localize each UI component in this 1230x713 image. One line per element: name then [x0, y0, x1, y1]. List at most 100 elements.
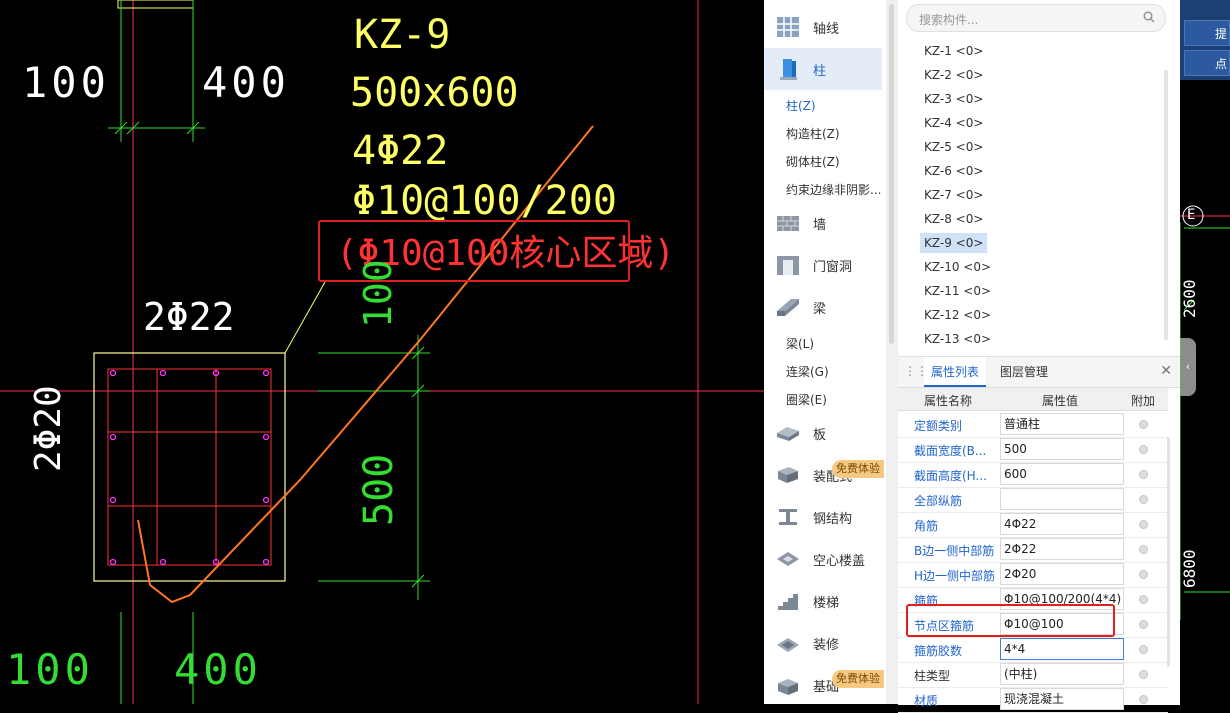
corner-bars-text: 4Φ22	[352, 128, 449, 174]
component-item[interactable]: KZ-9 <0>	[920, 233, 988, 253]
property-value-field[interactable]	[1000, 488, 1124, 510]
property-row: B边一侧中部筋 2Φ22	[898, 537, 1168, 563]
component-item[interactable]: KZ-3 <0>	[920, 89, 987, 109]
door-window-icon	[777, 256, 799, 275]
stirrups-text: Φ10@100/200	[352, 178, 617, 224]
category-wall[interactable]: 墙	[764, 202, 882, 244]
component-list-panel: 搜索构件... KZ-1 <0> KZ-2 <0> KZ-3 <0> KZ-4 <0>…	[898, 0, 1180, 356]
category-door-window[interactable]: 门窗洞	[764, 244, 882, 286]
cad-drawing-canvas[interactable]: 100 400 KZ-9 500x600 4Φ22 Φ10@100/200 (Φ…	[0, 0, 764, 704]
component-item[interactable]: KZ-2 <0>	[920, 65, 987, 85]
extra-checkbox[interactable]	[1139, 520, 1148, 529]
sub-item-masonry-column[interactable]: 砌体柱(Z)	[786, 153, 882, 170]
component-item[interactable]: KZ-6 <0>	[920, 161, 987, 181]
slab-icon	[777, 427, 799, 441]
right-edge-strip: 提 点 ‹ E 2600 6800	[1180, 0, 1230, 704]
property-name: 截面宽度(B...	[914, 444, 987, 458]
category-axis[interactable]: 轴线	[764, 6, 882, 48]
property-row: 柱类型 (中柱)	[898, 662, 1168, 688]
category-decoration[interactable]: 装修	[764, 622, 882, 664]
property-value-field[interactable]: 现浇混凝土	[1000, 688, 1124, 710]
component-item[interactable]: KZ-12 <0>	[920, 305, 995, 325]
extra-checkbox[interactable]	[1139, 670, 1148, 679]
sub-item-constructional-column[interactable]: 构造柱(Z)	[786, 125, 882, 142]
property-name: 定额类别	[914, 419, 963, 433]
hollow-slab-icon	[777, 552, 799, 566]
property-value-field[interactable]: 普通柱	[1000, 413, 1124, 435]
property-value-field[interactable]: 4Φ22	[1000, 513, 1124, 535]
component-item[interactable]: KZ-10 <0>	[920, 257, 995, 277]
sidebar-scrollbar[interactable]	[886, 0, 898, 704]
property-row: 全部纵筋	[898, 487, 1168, 513]
property-scrollbar[interactable]	[1167, 437, 1170, 667]
trial-badge[interactable]: 免费体验	[832, 460, 884, 478]
search-input[interactable]: 搜索构件...	[906, 4, 1166, 32]
scrollbar-thumb[interactable]	[889, 4, 894, 344]
category-column[interactable]: 柱	[764, 48, 882, 90]
property-row: 箍筋胶数 4*4	[898, 637, 1168, 663]
category-slab[interactable]: 板	[764, 412, 882, 454]
b-side-bars-text: 2Φ22	[143, 295, 235, 339]
tab-layer-management[interactable]: 图层管理	[993, 357, 1055, 387]
property-row: 定额类别 普通柱	[898, 412, 1168, 438]
property-name: 箍筋胶数	[914, 644, 963, 658]
tab-property-list[interactable]: 属性列表	[924, 357, 987, 387]
component-item[interactable]: KZ-5 <0>	[920, 137, 987, 157]
sub-item-column-z[interactable]: 柱(Z)	[786, 97, 882, 114]
extra-checkbox[interactable]	[1139, 595, 1148, 604]
component-item[interactable]: KZ-11 <0>	[920, 281, 995, 301]
extra-checkbox[interactable]	[1139, 570, 1148, 579]
component-item[interactable]: KZ-7 <0>	[920, 185, 987, 205]
grid-axis-label: E	[1187, 207, 1196, 223]
property-value-field[interactable]: 500	[1000, 438, 1124, 460]
dim-vertical-mid: 500	[356, 453, 402, 526]
right-drawing-strip	[1180, 205, 1230, 620]
sub-item-boundary-edge[interactable]: 约束边缘非阴影...	[786, 181, 882, 198]
foundation-icon	[778, 679, 798, 695]
extra-checkbox[interactable]	[1139, 545, 1148, 554]
highlight-box-node-stirrup	[906, 604, 1115, 637]
h-side-bars-text: 2Φ20	[28, 385, 69, 472]
property-value-field[interactable]: 4*4	[1000, 638, 1124, 660]
property-value-field[interactable]: 2Φ22	[1000, 538, 1124, 560]
extra-checkbox[interactable]	[1139, 470, 1148, 479]
category-beam[interactable]: 梁	[764, 286, 882, 328]
column-icon	[780, 59, 797, 80]
trial-badge-2[interactable]: 免费体验	[832, 670, 884, 688]
property-panel: ⋮⋮ 属性列表 图层管理 ✕ 属性名称 属性值 附加 定额类别 普通柱 截面宽度(B…	[898, 356, 1180, 713]
extra-checkbox[interactable]	[1139, 445, 1148, 454]
dim-top-left: 100	[22, 58, 110, 107]
component-item[interactable]: KZ-13 <0>	[920, 329, 995, 349]
property-value-field[interactable]: 600	[1000, 463, 1124, 485]
extra-checkbox[interactable]	[1139, 620, 1148, 629]
extra-checkbox[interactable]	[1139, 495, 1148, 504]
search-icon[interactable]	[1143, 11, 1155, 23]
extra-checkbox[interactable]	[1139, 420, 1148, 429]
component-item[interactable]: KZ-4 <0>	[920, 113, 987, 133]
property-value-field[interactable]: (中柱)	[1000, 663, 1124, 685]
property-name: 柱类型	[914, 669, 951, 683]
category-hollow-slab[interactable]: 空心楼盖	[764, 538, 882, 580]
property-row: 截面高度(H... 600	[898, 462, 1168, 488]
right-dimension-1: 2600	[1180, 279, 1199, 318]
sub-item-beam-l[interactable]: 梁(L)	[786, 335, 882, 352]
property-row: 材质 现浇混凝土	[898, 687, 1168, 713]
top-element	[117, 0, 194, 9]
property-name: 截面高度(H...	[914, 469, 987, 483]
beam-icon	[777, 299, 799, 316]
extra-checkbox[interactable]	[1139, 645, 1148, 654]
extra-checkbox[interactable]	[1139, 695, 1148, 704]
close-icon[interactable]: ✕	[1160, 363, 1172, 379]
rebar-points	[109, 369, 270, 566]
property-name: 角筋	[914, 519, 939, 533]
column-outline	[93, 352, 286, 582]
category-stair[interactable]: 楼梯	[764, 580, 882, 622]
property-value-field[interactable]: 2Φ20	[1000, 563, 1124, 585]
sub-item-coupling-beam[interactable]: 连梁(G)	[786, 363, 882, 380]
sub-item-ring-beam[interactable]: 圈梁(E)	[786, 391, 882, 408]
component-list-scrollbar[interactable]	[1164, 70, 1168, 340]
component-item[interactable]: KZ-8 <0>	[920, 209, 987, 229]
component-item[interactable]: KZ-1 <0>	[920, 41, 987, 61]
category-steel[interactable]: 钢结构	[764, 496, 882, 538]
property-name: 全部纵筋	[914, 494, 963, 508]
